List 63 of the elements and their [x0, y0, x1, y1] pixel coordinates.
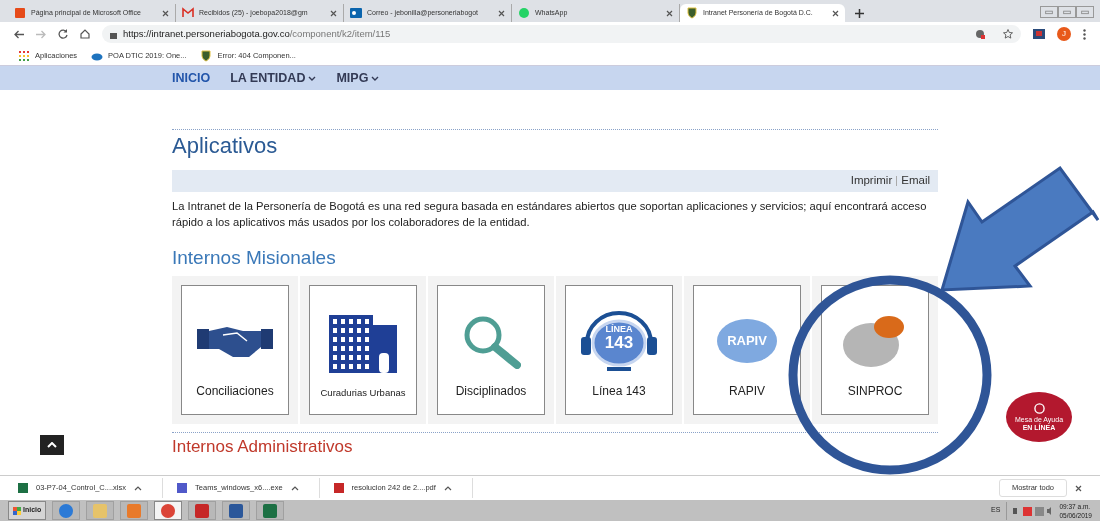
caret-icon[interactable]: [134, 485, 143, 491]
app-icon: [228, 502, 245, 519]
app-icon: [58, 502, 75, 519]
taskbar-app-button[interactable]: [222, 501, 251, 520]
tray-icons: [1013, 505, 1054, 516]
outlook-icon: [350, 7, 362, 19]
app-tile[interactable]: Conciliaciones: [172, 276, 298, 424]
help-icon: [1033, 403, 1045, 414]
new-tab-icon[interactable]: [855, 9, 864, 18]
gmail-icon: [182, 7, 194, 19]
menu-icon[interactable]: [1083, 28, 1086, 40]
tile-label: Línea 143: [592, 383, 646, 400]
nav-link[interactable]: MIPG: [336, 68, 380, 88]
scroll-top-button[interactable]: [40, 435, 64, 455]
intro-paragraph: La Intranet de la Personería de Bogotá es una red segura basada en estándares abiertos que soportan aplicaciones y servicios; aquí encontrará acceso rápido a los aplicativos más usados por los colaboradores de la entidad.: [172, 199, 928, 230]
chevron-icon: [371, 75, 380, 81]
file-icon: [333, 483, 344, 493]
app-tile[interactable]: SINPROC: [812, 276, 938, 424]
app-icon: [194, 502, 211, 519]
star-icon[interactable]: [1003, 29, 1013, 39]
taskbar-app-button[interactable]: [188, 501, 217, 520]
taskbar-app-button[interactable]: [154, 501, 183, 520]
tile-label: SINPROC: [847, 383, 903, 400]
app-tile[interactable]: Curadurias Urbanas: [300, 276, 426, 424]
nav-link[interactable]: LA ENTIDAD: [230, 68, 317, 88]
caret-icon[interactable]: [443, 485, 452, 491]
file-icon: [177, 483, 188, 493]
app-tile[interactable]: LÍNEA 143 Línea 143: [556, 276, 682, 424]
reload-icon[interactable]: [58, 29, 68, 39]
logo-text: 143: [604, 334, 634, 351]
app-icon: [262, 502, 279, 519]
app-tile[interactable]: Disciplinados: [428, 276, 554, 424]
office-icon: [14, 7, 26, 19]
sinproc-logo: [843, 313, 907, 369]
tile-label: Disciplinados: [455, 383, 527, 400]
chevron-icon: [308, 75, 317, 81]
whatsapp-icon: [518, 7, 530, 19]
file-icon: [18, 483, 28, 493]
nav-link[interactable]: INICIO: [172, 68, 211, 88]
address-field[interactable]: https://intranet.personeriabogota.gov.co/component/k2/item/115: [102, 25, 1021, 43]
building-icon: [329, 312, 397, 373]
app-icon: [126, 502, 143, 519]
email-link[interactable]: Email: [901, 172, 930, 190]
tile-label: RAPIV: [729, 383, 765, 400]
rapiv-logo: RAPIV: [717, 319, 777, 363]
tile-label: Conciliaciones: [196, 383, 274, 400]
apps-icon: [18, 49, 30, 62]
chevron-up-icon: [47, 442, 57, 448]
caret-icon[interactable]: [290, 485, 299, 491]
home-icon[interactable]: [80, 29, 90, 39]
app-icon: [160, 502, 177, 519]
profile-avatar[interactable]: J: [1057, 27, 1071, 41]
app-tile[interactable]: RAPIV RAPIV: [684, 276, 810, 424]
app-icon: [92, 502, 109, 519]
section-heading: Internos Administrativos: [172, 437, 354, 457]
taskbar-app-button[interactable]: [256, 501, 285, 520]
page-title: Aplicativos: [172, 132, 279, 160]
back-arrow-icon[interactable]: [14, 29, 24, 39]
print-link[interactable]: Imprimir: [850, 172, 893, 190]
windows-icon: [13, 506, 21, 515]
section-heading: Internos Misionales: [172, 246, 337, 270]
logo-text: LÍNEA: [605, 325, 633, 334]
tile-label: Curadurias Urbanas: [320, 385, 406, 400]
